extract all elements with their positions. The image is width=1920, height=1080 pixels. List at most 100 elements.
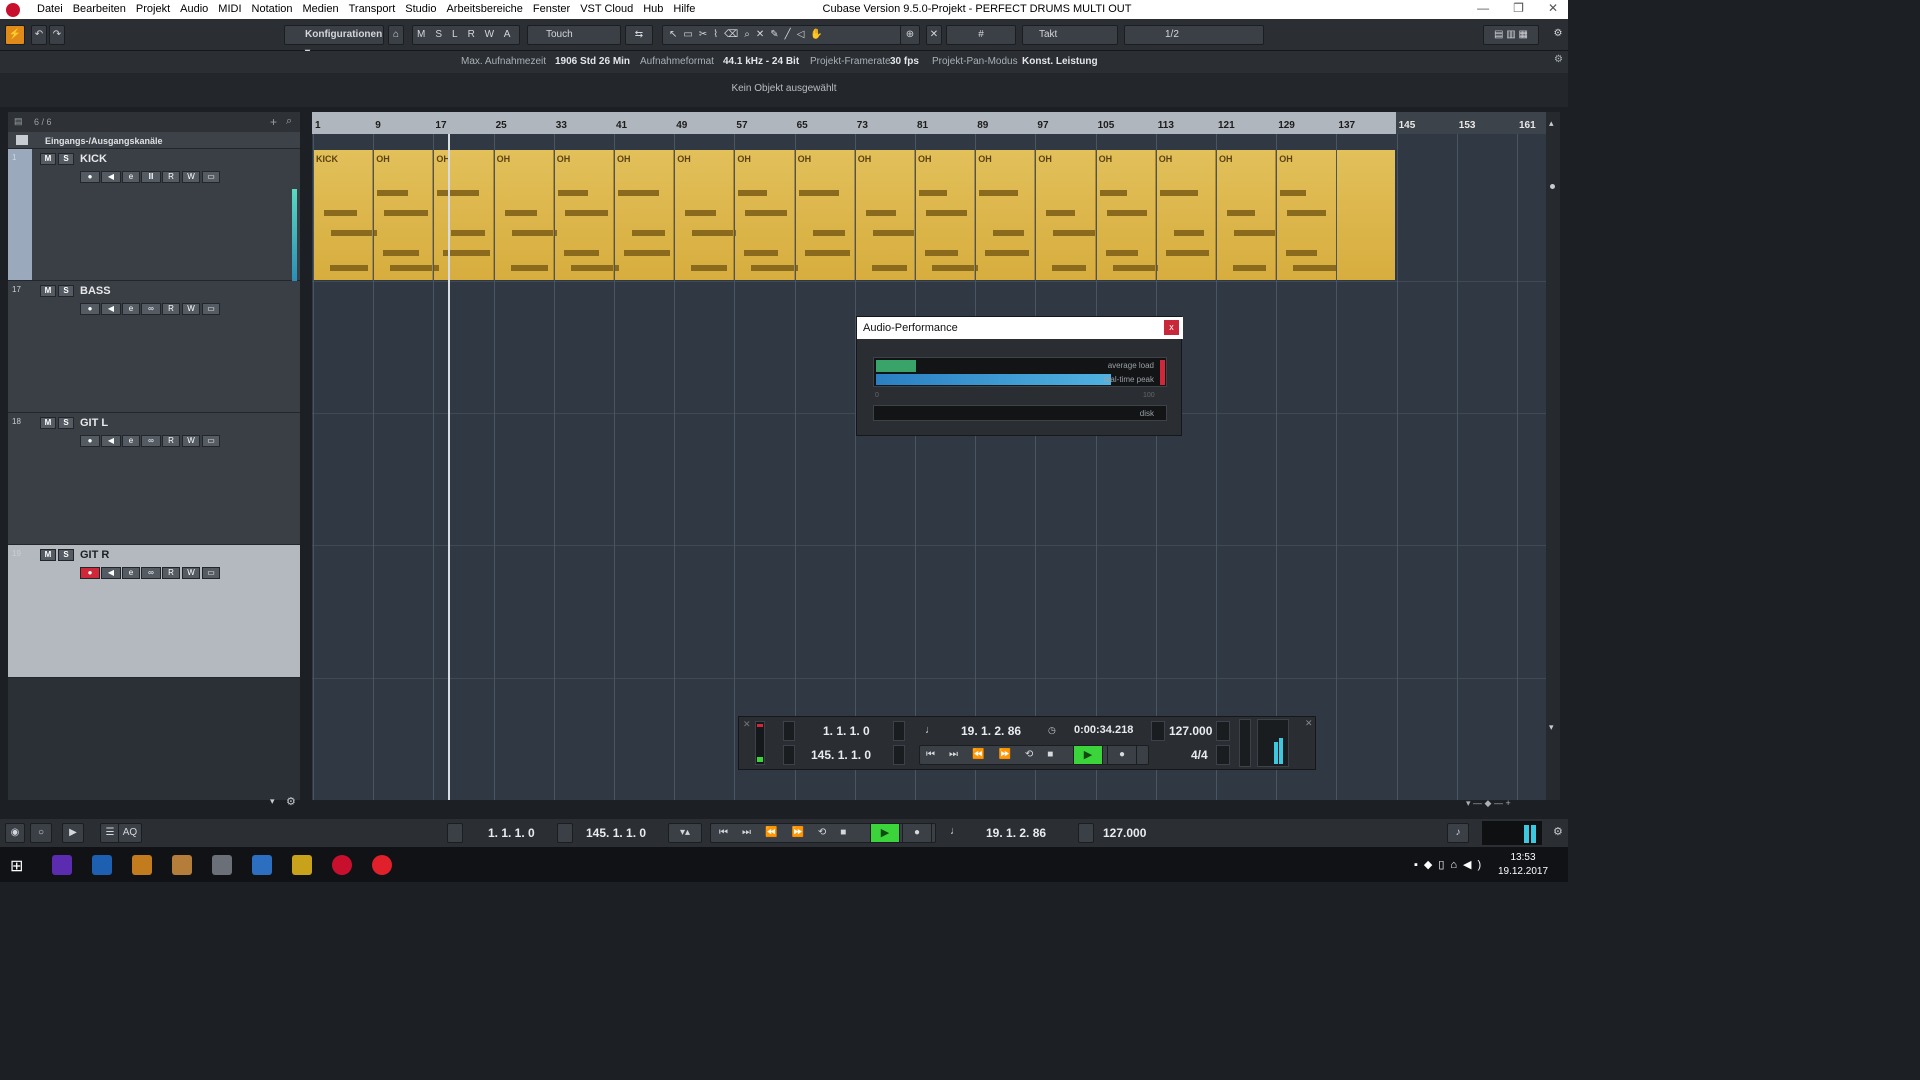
drum-event[interactable]: OH [914, 150, 978, 280]
settings-gear-icon[interactable]: ⚙ [1551, 25, 1565, 45]
tracklist-settings-icon[interactable]: ⚙ [286, 795, 296, 808]
performance-meter-icon[interactable]: ○ [30, 823, 52, 843]
drum-event[interactable]: OH [552, 150, 619, 280]
left-locator-value[interactable]: 1. 1. 1. 0 [823, 724, 870, 738]
drum-event[interactable]: OH [1275, 150, 1338, 280]
play-button[interactable]: ▶ [1073, 745, 1103, 765]
ruler-label[interactable]: 129 [1278, 120, 1295, 131]
write-button[interactable]: W [182, 567, 200, 579]
snap-mode-icon[interactable]: ✕ [926, 25, 942, 45]
minimize-icon[interactable]: — [1477, 1, 1489, 15]
io-folder-track[interactable]: Eingangs-/Ausgangskanäle [8, 132, 300, 149]
drum-event[interactable]: OH [974, 150, 1034, 280]
ruler-label[interactable]: 25 [496, 120, 507, 131]
rewind-icon[interactable]: ⏪ [972, 749, 998, 760]
auto-quantize-button[interactable]: AQ [118, 823, 142, 843]
go-to-start-icon[interactable]: ⏮ [719, 827, 742, 838]
go-to-start-icon[interactable]: ⏮ [926, 749, 949, 760]
restore-icon[interactable]: ❐ [1513, 1, 1524, 15]
perf-title-bar[interactable]: Audio-Performance [857, 317, 1183, 339]
position-bars[interactable]: 19. 1. 2. 86 [961, 724, 1021, 738]
quantize-dropdown[interactable]: 1/2 [1124, 25, 1264, 45]
taskbar-cubase-icon[interactable] [332, 855, 352, 875]
mute-button[interactable]: M [40, 417, 56, 429]
solo-button[interactable]: S [58, 285, 74, 297]
constrain-delay-icon[interactable]: ◉ [5, 823, 25, 843]
rec-format-label[interactable]: Aufnahmeformat [640, 56, 714, 67]
time-signature[interactable]: 4/4 [1191, 748, 1208, 762]
taskbar-app-icon[interactable] [212, 855, 232, 875]
horizontal-zoom-control[interactable]: ▾ — ◆ — + [1466, 798, 1511, 809]
ruler-label[interactable]: 145 [1399, 120, 1416, 131]
ruler-label[interactable]: 137 [1338, 120, 1355, 131]
scroll-up-icon[interactable]: ▴ [1549, 118, 1554, 129]
lanes-icon[interactable]: ▭ [202, 303, 220, 315]
track-git-r-selected[interactable]: 19 M S GIT R ● ◀ e ∞ R W ▭ [8, 545, 300, 678]
autoscroll-icon[interactable]: ⇆ [625, 25, 653, 45]
ruler-label[interactable]: 17 [435, 120, 446, 131]
tempo-nudge-icon[interactable] [1216, 721, 1230, 741]
ruler-label[interactable]: 113 [1158, 120, 1174, 131]
solo-button[interactable]: S [58, 417, 74, 429]
punch-out-icon[interactable] [893, 745, 905, 765]
monitor-icon[interactable]: ◀ [101, 303, 121, 315]
mode-l[interactable]: L [452, 29, 468, 40]
drum-event[interactable]: OH [1034, 150, 1096, 280]
mute-button[interactable]: M [40, 153, 56, 165]
grid-icon[interactable]: # [946, 25, 1016, 45]
read-button[interactable]: R [162, 303, 180, 315]
transport-panel-close-icon[interactable]: ✕ [1305, 718, 1313, 729]
solo-button[interactable]: S [58, 153, 74, 165]
pointer-tool-icon[interactable]: ↖ [669, 29, 683, 40]
range-tool-icon[interactable]: ▭ [683, 29, 698, 40]
monitor-icon[interactable]: ◀ [101, 435, 121, 447]
bottom-right-locator[interactable]: 145. 1. 1. 0 [586, 826, 646, 840]
play-tool-icon[interactable]: ◁ [797, 29, 811, 40]
track-kick[interactable]: 1 M S KICK ● ◀ e Ⅲ R W ▭ [8, 149, 300, 281]
drum-event[interactable]: OH [432, 150, 492, 280]
link-icon[interactable]: ∞ [141, 303, 161, 315]
punch-icons[interactable]: ▾▴ [668, 823, 702, 843]
drum-event[interactable]: OH [613, 150, 673, 280]
ruler-label[interactable]: 97 [1037, 120, 1048, 131]
transport-close-icon[interactable]: ✕ [743, 719, 751, 730]
record-enable-icon[interactable]: ● [80, 171, 100, 183]
track-name[interactable]: BASS [80, 285, 111, 297]
ruler-label[interactable]: 57 [736, 120, 747, 131]
ruler-label[interactable]: 153 [1459, 120, 1476, 131]
mute-tool-icon[interactable]: ✕ [756, 29, 770, 40]
ruler-label[interactable]: 89 [977, 120, 988, 131]
track-name[interactable]: KICK [80, 153, 107, 165]
record-enable-icon[interactable]: ● [80, 303, 100, 315]
automation-mode-dropdown[interactable]: Touch [527, 25, 621, 45]
left-locator-icon[interactable] [447, 823, 463, 843]
rec-format-value[interactable]: 44.1 kHz - 24 Bit [723, 56, 799, 67]
ruler-label[interactable]: 161 [1519, 120, 1536, 131]
fast-forward-icon[interactable]: ⏩ [998, 749, 1024, 760]
edit-icon[interactable]: e [122, 567, 140, 579]
signature-nudge-icon[interactable] [1216, 745, 1230, 765]
add-track-icon[interactable]: + [270, 115, 277, 129]
list-icon[interactable]: ☰ [100, 823, 120, 843]
write-button[interactable]: W [182, 171, 200, 183]
konfigurationen-dropdown[interactable]: Konfigurationen ▾ [284, 25, 384, 58]
mode-s[interactable]: S [435, 29, 452, 40]
fast-forward-icon[interactable]: ⏩ [791, 827, 817, 838]
perf-close-icon[interactable]: x [1164, 320, 1179, 335]
windows-start-icon[interactable]: ⊞ [10, 856, 23, 876]
ruler-label[interactable]: 49 [676, 120, 687, 131]
snap-icon[interactable]: ⊕ [900, 25, 920, 45]
mute-button[interactable]: M [40, 549, 56, 561]
find-track-icon[interactable]: ⌕ [286, 115, 292, 128]
record-enable-icon[interactable]: ● [80, 567, 100, 579]
write-button[interactable]: W [182, 435, 200, 447]
playback-icon[interactable]: ▶ [62, 823, 84, 843]
read-button[interactable]: R [162, 567, 180, 579]
framerate-label[interactable]: Projekt-Framerate [810, 56, 891, 67]
go-to-end-icon[interactable]: ⏭ [742, 827, 765, 838]
drum-event[interactable]: OH [1215, 150, 1275, 280]
track-bass[interactable]: 17 M S BASS ● ◀ e ∞ R W ▭ [8, 281, 300, 413]
left-locator-icon[interactable] [783, 721, 795, 741]
ruler-label[interactable]: 9 [375, 120, 381, 131]
tempo-track-icon[interactable] [1151, 721, 1165, 741]
